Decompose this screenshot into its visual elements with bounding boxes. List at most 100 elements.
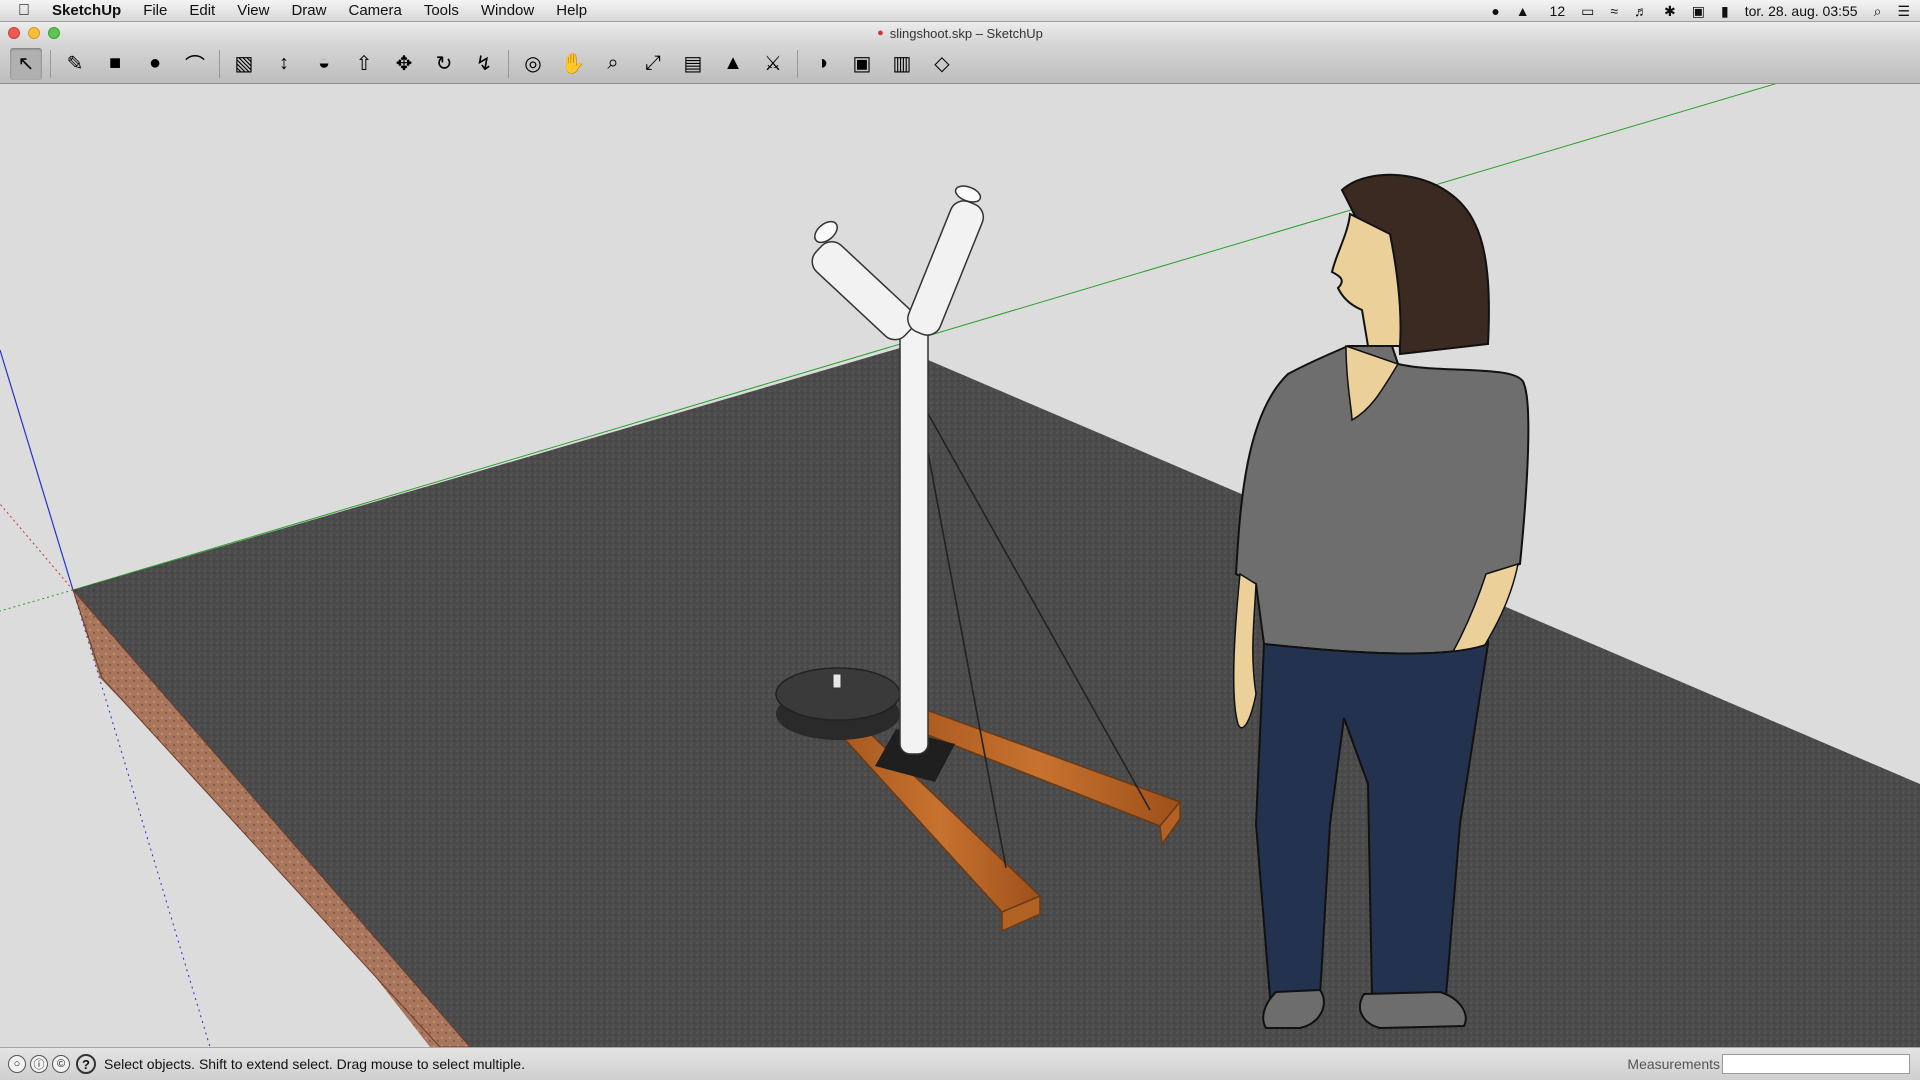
zoom-extents-tool-button[interactable]: ⤢ — [637, 48, 669, 80]
eraser-tool-button[interactable]: ▧ — [228, 48, 260, 80]
position-camera-tool-button[interactable]: ▲ — [717, 48, 749, 80]
circle-tool-icon: ● — [148, 52, 162, 74]
apple-icon[interactable]:  — [18, 2, 38, 20]
instructor-help-icon[interactable]: ? — [76, 1054, 96, 1074]
minimize-button[interactable] — [28, 27, 40, 39]
menu-draw[interactable]: Draw — [291, 2, 326, 19]
layout-tool-button[interactable]: ◇ — [926, 48, 958, 80]
menu-file[interactable]: File — [143, 2, 167, 19]
pan-tool-button[interactable]: ✋ — [557, 48, 589, 80]
toolbar-separator — [797, 49, 798, 78]
close-button[interactable] — [8, 27, 20, 39]
person-face — [1330, 212, 1402, 347]
clock[interactable]: tor. 28. aug. 03:55 — [1745, 3, 1858, 19]
follow-me-tool-button[interactable]: ↯ — [468, 48, 500, 80]
drawing-area[interactable] — [0, 84, 1920, 1047]
menu-window[interactable]: Window — [481, 2, 534, 19]
sync-icon[interactable]: ● — [1491, 3, 1499, 19]
menu-edit[interactable]: Edit — [189, 2, 215, 19]
follow-me-tool-icon: ↯ — [475, 53, 493, 75]
menu-help[interactable]: Help — [556, 2, 587, 19]
scene — [0, 84, 1920, 1047]
toolbar-separator — [508, 49, 509, 78]
menu-view[interactable]: View — [237, 2, 269, 19]
blue-axis — [0, 349, 74, 591]
get-models-tool-button[interactable]: ◑ — [806, 48, 838, 80]
green-axis-dotted — [0, 589, 74, 612]
move-tool-button[interactable]: ✥ — [388, 48, 420, 80]
menu-extras: ● ▲ 12 ▭ ≈ ♬ ✱ ▣ ▮ tor. 28. aug. 03:55 ⌕… — [1475, 0, 1910, 22]
share-model-tool-icon: ▣ — [852, 53, 872, 75]
user-icon[interactable]: © — [52, 1055, 70, 1073]
person-shoe-left — [1262, 988, 1325, 1029]
paint-bucket-tool-button[interactable]: ◒ — [308, 48, 340, 80]
pan-tool-icon: ✋ — [560, 53, 586, 75]
arc-tool-button[interactable]: ⌒ — [179, 48, 211, 80]
arc-tool-icon: ⌒ — [185, 55, 205, 77]
wifi-icon[interactable]: ≈ — [1610, 3, 1618, 19]
display-icon[interactable]: ▣ — [1692, 3, 1705, 20]
zoom-tool-button[interactable]: ⌕ — [597, 48, 629, 80]
window-title-bar: ● slingshoot.skp – SketchUp — [0, 22, 1920, 44]
select-tool-button[interactable]: ↖ — [10, 47, 42, 80]
credits-icon[interactable]: ⓘ — [30, 1055, 48, 1073]
red-axis-dotted — [0, 503, 74, 591]
tape-measure-tool-icon: ↕ — [279, 52, 289, 74]
get-models-tool-icon: ◑ — [815, 52, 829, 74]
toolbar-separator — [50, 49, 51, 78]
layout-tool-icon: ◇ — [934, 53, 950, 75]
extension-warehouse-tool-icon: ▥ — [892, 53, 912, 75]
geolocation-icon[interactable]: ○ — [8, 1055, 26, 1073]
slingshot-post[interactable] — [899, 321, 929, 755]
pencil-tool-button[interactable]: ✎ — [59, 48, 91, 80]
extension-warehouse-tool-button[interactable]: ▥ — [886, 48, 918, 80]
zoom-extents-tool-icon: ⤢ — [645, 52, 661, 74]
pencil-tool-icon: ✎ — [66, 53, 84, 75]
zoom-tool-icon: ⌕ — [607, 52, 619, 74]
notification-count: 12 — [1549, 3, 1566, 19]
position-camera-tool-icon: ▲ — [723, 52, 743, 74]
orbit-tool-button[interactable]: ◎ — [517, 48, 549, 80]
push-pull-tool-icon: ⇧ — [355, 53, 373, 75]
airplay-icon[interactable]: ▭ — [1581, 3, 1594, 20]
window-controls — [8, 27, 68, 39]
status-bar: ○ ⓘ © ? Select objects. Shift to extend … — [0, 1047, 1920, 1080]
document-icon: ● — [877, 27, 884, 39]
tape-measure-tool-button[interactable]: ↕ — [268, 48, 300, 80]
toolbar-separator — [219, 49, 220, 78]
walk-tool-button[interactable]: ⚔ — [757, 48, 789, 80]
eraser-tool-icon: ▧ — [234, 53, 254, 75]
menu-bar:  SketchUp File Edit View Draw Camera To… — [0, 0, 1920, 22]
app-menu[interactable]: SketchUp — [52, 2, 121, 19]
notification-center-icon[interactable]: ☰ — [1897, 3, 1910, 20]
person-shoe-right — [1359, 990, 1467, 1030]
menu-tools[interactable]: Tools — [424, 2, 459, 19]
rotate-tool-icon: ↻ — [435, 53, 453, 75]
status-text: Select objects. Shift to extend select. … — [104, 1056, 525, 1072]
spotlight-icon[interactable]: ⌕ — [1874, 3, 1882, 20]
notification-icon[interactable]: ▲ 12 — [1516, 3, 1565, 19]
battery-icon[interactable]: ▮ — [1721, 3, 1729, 20]
zoom-button[interactable] — [48, 27, 60, 39]
rotate-tool-button[interactable]: ↻ — [428, 48, 460, 80]
bluetooth-icon[interactable]: ✱ — [1664, 3, 1676, 20]
window-title: slingshoot.skp – SketchUp — [889, 25, 1043, 41]
measurements-input[interactable] — [1722, 1054, 1910, 1074]
volume-icon[interactable]: ♬ — [1634, 3, 1648, 19]
menu-camera[interactable]: Camera — [348, 2, 401, 19]
orbit-tool-icon: ◎ — [524, 53, 542, 75]
select-tool-icon: ↖ — [17, 53, 35, 75]
slingshot-arm-right[interactable] — [904, 197, 988, 340]
previous-view-tool-icon: ▤ — [683, 53, 703, 75]
move-tool-icon: ✥ — [395, 53, 413, 75]
walk-tool-icon: ⚔ — [764, 53, 782, 75]
rectangle-tool-button[interactable]: ■ — [99, 48, 131, 80]
share-model-tool-button[interactable]: ▣ — [846, 48, 878, 80]
previous-view-tool-button[interactable]: ▤ — [677, 48, 709, 80]
toolbar: ↖ ✎ ■ ● ⌒ ▧ ↕ ◒ ⇧ ✥ ↻ ↯ ◎ ✋ ⌕ ⤢ ▤ ▲ ⚔ ◑ ▣ ▥ ◇ — [0, 44, 1920, 84]
slingshot-arm-left[interactable] — [806, 236, 920, 346]
circle-tool-button[interactable]: ● — [139, 48, 171, 80]
measurements-label: Measurements — [1627, 1056, 1720, 1072]
paint-bucket-tool-icon: ◒ — [317, 52, 331, 74]
push-pull-tool-button[interactable]: ⇧ — [348, 48, 380, 80]
